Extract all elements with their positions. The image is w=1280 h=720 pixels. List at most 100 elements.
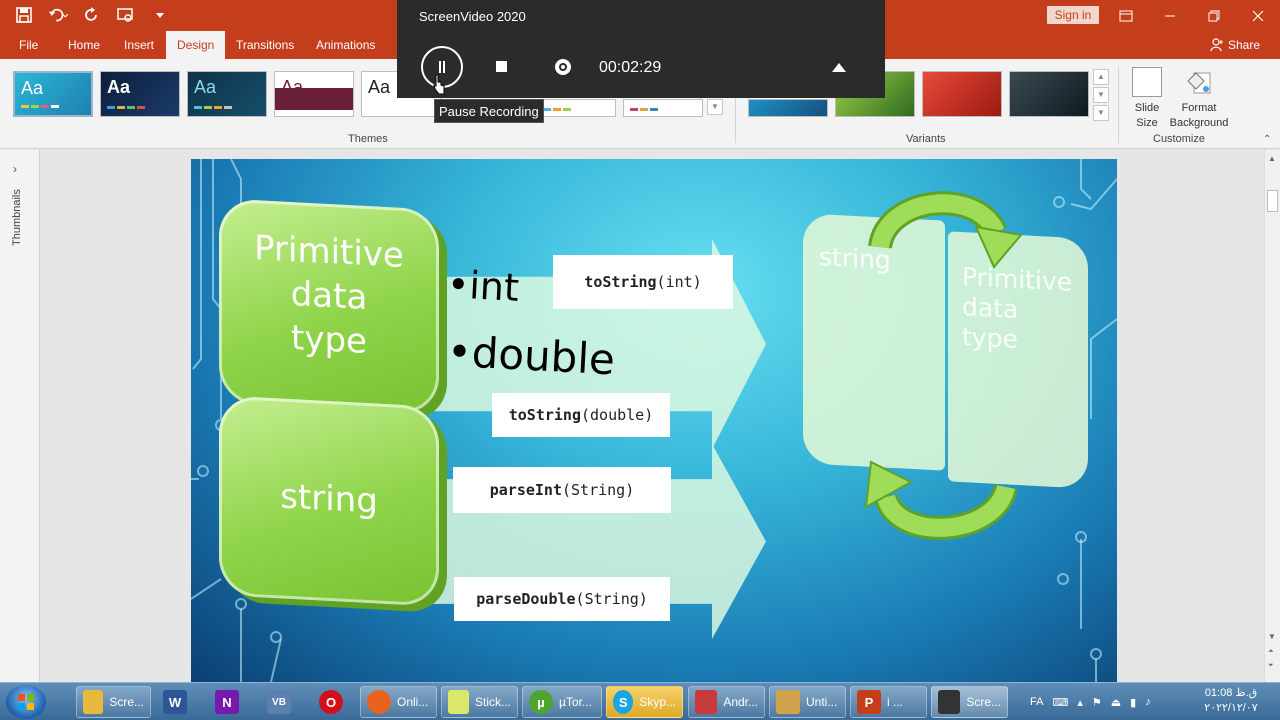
screen-recorder-toolbar: ScreenVideo 2020 00:02:29 <box>397 0 885 98</box>
language-indicator[interactable]: FA <box>1030 696 1043 708</box>
theme-thumbnail[interactable]: Aa <box>13 71 93 117</box>
firefox-icon <box>367 690 391 714</box>
stop-icon <box>496 61 507 72</box>
tab-insert[interactable]: Insert <box>113 31 165 59</box>
opera-icon: O <box>319 690 343 714</box>
mouse-cursor-icon <box>432 74 446 101</box>
taskbar-item-sticky-notes[interactable]: Stick... <box>441 686 518 718</box>
themes-group-label: Themes <box>348 133 388 145</box>
variant-thumbnail[interactable] <box>748 99 828 117</box>
tab-home[interactable]: Home <box>57 31 111 59</box>
restore-icon[interactable] <box>1192 0 1236 31</box>
windows-logo-icon <box>18 694 34 710</box>
keyboard-icon[interactable]: ⌨ <box>1052 696 1068 709</box>
variant-thumbnail[interactable] <box>922 71 1002 117</box>
more-variants-icon[interactable]: ▼ <box>1093 105 1109 121</box>
format-background-icon <box>1184 67 1214 97</box>
start-button[interactable] <box>6 685 46 719</box>
taskbar-item-opera[interactable]: O <box>311 686 351 718</box>
sign-in-button[interactable]: Sign in <box>1047 6 1099 24</box>
scroll-down-icon[interactable]: ▼ <box>1093 87 1109 103</box>
next-slide-icon[interactable]: ⏷ <box>1268 662 1274 670</box>
parsedouble-box: parseDouble (String) <box>454 577 670 621</box>
taskbar-item-screenvideo[interactable]: Scre... <box>931 686 1008 718</box>
format-background-button[interactable]: Format Background <box>1168 67 1230 131</box>
primitive-data-type-box: Primitive data type <box>219 198 439 415</box>
taskbar-item-powerpoint[interactable]: P i ... <box>850 686 927 718</box>
more-themes-icon[interactable]: ▼ <box>707 99 723 115</box>
folder-icon <box>83 690 104 714</box>
usb-icon[interactable]: ⏏ <box>1111 696 1121 709</box>
taskbar-item-word[interactable]: W <box>155 686 195 718</box>
start-from-beginning-icon[interactable] <box>116 5 136 25</box>
slide[interactable]: Primitive data type string •int •double … <box>191 159 1117 682</box>
chevron-right-icon[interactable]: › <box>13 162 17 176</box>
close-icon[interactable] <box>1236 0 1280 31</box>
collapse-ribbon-icon[interactable]: ⌃ <box>1263 134 1271 145</box>
volume-icon[interactable]: ♪ <box>1145 696 1151 708</box>
scroll-up-icon[interactable]: ▲ <box>1093 69 1109 85</box>
taskbar-item-paint[interactable]: Unti... <box>769 686 846 718</box>
tostring-double-box: toString (double) <box>492 393 670 437</box>
clock-time: 01:08 ق.ظ <box>1204 687 1258 699</box>
thumbnails-pane[interactable]: › Thumbnails <box>0 150 40 682</box>
tab-file[interactable]: File <box>8 31 49 59</box>
action-center-icon[interactable]: ⚑ <box>1092 696 1102 709</box>
stop-recording-button[interactable] <box>480 45 524 89</box>
bullet-double: •double <box>445 326 617 385</box>
customize-group-label: Customize <box>1153 133 1205 145</box>
system-tray: FA ⌨ ▴ ⚑ ⏏ ▮ ♪ <box>1030 683 1151 720</box>
customize-qat-icon[interactable] <box>150 5 170 25</box>
scroll-up-icon[interactable]: ▲ <box>1268 154 1276 163</box>
taskbar-item-pdf[interactable]: Andr... <box>688 686 765 718</box>
parseint-box: parseInt (String) <box>453 467 671 513</box>
themes-scroll[interactable]: ▼ <box>707 99 723 115</box>
theme-thumbnail[interactable]: Aa <box>274 71 354 117</box>
theme-thumbnail[interactable]: Aa <box>187 71 267 117</box>
utorrent-icon: µ <box>529 690 553 714</box>
variants-scroll[interactable]: ▲ ▼ ▼ <box>1093 69 1109 121</box>
theme-thumbnail[interactable] <box>536 99 616 117</box>
word-icon: W <box>163 690 187 714</box>
show-hidden-icons-icon[interactable]: ▴ <box>1077 696 1083 709</box>
redo-icon[interactable] <box>82 5 102 25</box>
paint-icon <box>776 690 800 714</box>
triangle-up-icon <box>832 63 846 72</box>
tab-design[interactable]: Design <box>166 31 226 59</box>
quick-access-toolbar <box>14 5 170 25</box>
minimize-icon[interactable] <box>1148 0 1192 31</box>
recorder-title: ScreenVideo 2020 <box>419 9 526 24</box>
scroll-down-icon[interactable]: ▼ <box>1268 632 1276 641</box>
tab-transitions[interactable]: Transitions <box>225 31 305 59</box>
previous-slide-icon[interactable]: ⏶ <box>1268 648 1274 656</box>
share-button[interactable]: Share <box>1210 31 1260 59</box>
webcam-button[interactable] <box>541 45 585 89</box>
taskbar-item-firefox[interactable]: Onli... <box>360 686 437 718</box>
taskbar-item-skype[interactable]: S Skyp... <box>606 686 683 718</box>
bullet-int: •int <box>445 262 521 310</box>
taskbar-item-visual-basic[interactable]: VB <box>259 686 299 718</box>
taskbar-item-explorer[interactable]: Scre... <box>76 686 151 718</box>
pdf-icon <box>695 690 718 714</box>
sticky-notes-icon <box>448 690 469 714</box>
cycle-arrows-icon <box>864 191 1023 540</box>
vb-icon: VB <box>267 690 291 714</box>
tab-animations[interactable]: Animations <box>305 31 386 59</box>
undo-icon[interactable] <box>48 5 68 25</box>
save-icon[interactable] <box>14 5 34 25</box>
system-clock[interactable]: 01:08 ق.ظ ۲۰۲۲/۱۲/۰۷ <box>1196 686 1266 716</box>
slide-size-icon <box>1132 67 1162 97</box>
vertical-scrollbar[interactable]: ▲ ▼ ⏶ ⏷ <box>1264 150 1280 682</box>
theme-thumbnail[interactable] <box>623 99 703 117</box>
ribbon-display-options-icon[interactable] <box>1104 0 1148 31</box>
network-icon[interactable]: ▮ <box>1130 696 1136 709</box>
theme-thumbnail[interactable]: Aa <box>100 71 180 117</box>
collapse-recorder-button[interactable] <box>817 45 861 89</box>
variant-thumbnail[interactable] <box>1009 71 1089 117</box>
taskbar-item-onenote[interactable]: N <box>207 686 247 718</box>
share-label: Share <box>1227 38 1260 52</box>
taskbar-item-utorrent[interactable]: µ µTor... <box>522 686 602 718</box>
scrollbar-thumb[interactable] <box>1267 190 1278 212</box>
onenote-icon: N <box>215 690 239 714</box>
person-icon <box>1210 38 1223 52</box>
